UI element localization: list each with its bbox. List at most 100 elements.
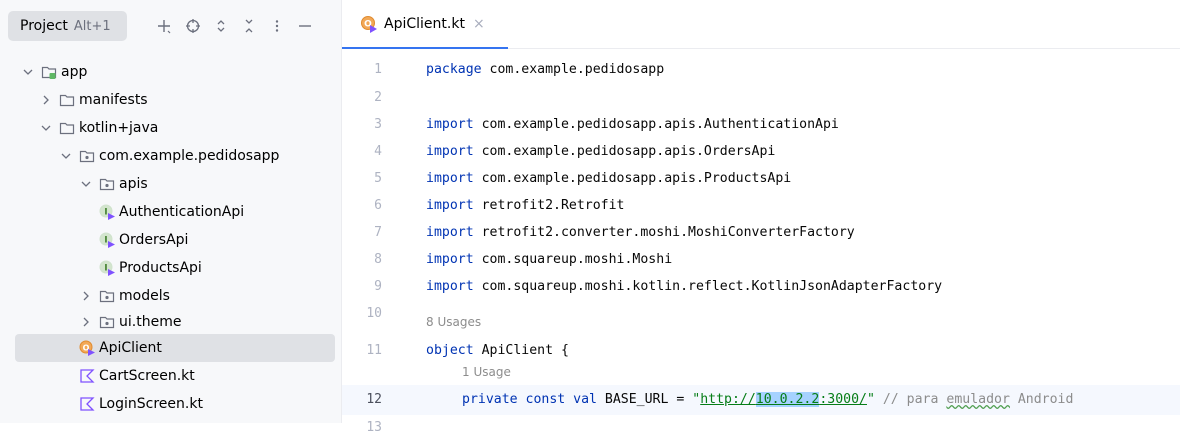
tree-item-label: LoginScreen.kt [99, 396, 203, 412]
tree-item-models[interactable]: models [0, 282, 341, 310]
code-line: 13 [342, 413, 1180, 443]
tree-item-label: OrdersApi [119, 232, 189, 248]
minimize-icon[interactable] [291, 13, 319, 39]
folder-icon [58, 119, 76, 137]
tree-item-label: com.example.pedidosapp [99, 148, 280, 164]
package-icon [98, 313, 116, 331]
tree-item-label: apis [119, 176, 148, 192]
tree-item-com-example-pedidosapp[interactable]: com.example.pedidosapp [0, 142, 341, 170]
project-title: Project [20, 18, 68, 34]
code-text: import com.example.pedidosapp.apis.Order… [426, 144, 776, 159]
module-folder-icon [40, 63, 58, 81]
code-editor: O ApiClient.kt × 1 package com.example.pe… [342, 0, 1180, 435]
chevron-right-icon[interactable] [78, 288, 94, 304]
chevron-down-icon[interactable] [20, 64, 36, 80]
svg-text:I: I [104, 264, 107, 274]
tree-item-label: AuthenticationApi [119, 204, 245, 220]
tree-item-app[interactable]: app [0, 58, 341, 86]
selection-highlight [15, 334, 335, 362]
tree-item-productsapi[interactable]: I ProductsApi [0, 254, 341, 282]
code-text: private const val BASE_URL = "http://10.… [462, 392, 1074, 407]
code-line: 12 private const val BASE_URL = "http://1… [342, 385, 1180, 415]
line-number: 10 [366, 306, 382, 321]
line-number: 3 [374, 117, 382, 132]
code-text: package com.example.pedidosapp [426, 62, 665, 77]
kotlin-file-icon [78, 395, 96, 413]
kotlin-interface-icon: I [98, 231, 116, 249]
project-view-dropdown[interactable]: Project Alt+1 [8, 11, 127, 41]
tree-item-manifests[interactable]: manifests [0, 86, 341, 114]
svg-text:I: I [104, 236, 107, 246]
tree-item-label: ApiClient [99, 340, 162, 356]
line-number: 13 [366, 420, 382, 435]
line-number: 6 [374, 198, 382, 213]
code-text: import retrofit2.converter.moshi.MoshiCo… [426, 225, 855, 240]
line-number: 8 [374, 252, 382, 267]
tree-item-label: kotlin+java [79, 120, 159, 136]
expand-all-icon[interactable] [207, 13, 235, 39]
tab-label: ApiClient.kt [384, 16, 465, 32]
tree-item-label: models [119, 288, 170, 304]
plus-icon[interactable] [151, 13, 179, 39]
line-number: 12 [366, 392, 382, 407]
selected-text: 10.0.2.2 [755, 392, 820, 407]
editor-tab-bar: O ApiClient.kt × [342, 0, 1180, 49]
url-link: :3000/ [819, 392, 867, 407]
tree-item-ui-theme[interactable]: ui.theme [0, 308, 341, 336]
collapse-all-icon[interactable] [235, 13, 263, 39]
chevron-right-icon[interactable] [78, 314, 94, 330]
tree-item-loginscreen-kt[interactable]: LoginScreen.kt [0, 390, 341, 418]
line-number: 2 [374, 90, 382, 105]
package-icon [98, 287, 116, 305]
code-text: import retrofit2.Retrofit [426, 198, 625, 213]
kotlin-object-icon: O [360, 15, 378, 33]
line-number: 9 [374, 279, 382, 294]
tree-item-authenticationapi[interactable]: I AuthenticationApi [0, 198, 341, 226]
code-text: import com.squareup.moshi.kotlin.reflect… [426, 279, 943, 294]
chevron-down-icon[interactable] [58, 148, 74, 164]
code-line: 2 [342, 83, 1180, 113]
tree-item-label: CartScreen.kt [99, 368, 195, 384]
usages-hint[interactable]: 1 Usage [462, 357, 511, 387]
package-icon [78, 147, 96, 165]
tree-item-label: ui.theme [119, 314, 182, 330]
kotlin-object-icon: O [78, 339, 96, 357]
chevron-right-icon[interactable] [38, 92, 54, 108]
line-number: 7 [374, 225, 382, 240]
project-panel-header: Project Alt+1 [0, 0, 341, 52]
tree-item-ordersapi[interactable]: I OrdersApi [0, 226, 341, 254]
chevron-down-icon[interactable] [78, 176, 94, 192]
crosshair-icon[interactable] [179, 13, 207, 39]
tree-item-cartscreen-kt[interactable]: CartScreen.kt [0, 362, 341, 390]
kotlin-file-icon [78, 367, 96, 385]
tree-item-kotlin-java[interactable]: kotlin+java [0, 114, 341, 142]
project-tool-window: Project Alt+1 app manifests kotlin+java … [0, 0, 342, 423]
line-number: 11 [366, 343, 382, 358]
svg-text:I: I [104, 208, 107, 218]
line-number: 4 [374, 144, 382, 159]
code-line: 6 import retrofit2.Retrofit [342, 191, 1180, 221]
active-tab-indicator [342, 47, 508, 49]
chevron-down-icon[interactable] [38, 120, 54, 136]
code-line: 5 import com.example.pedidosapp.apis.Prod… [342, 164, 1180, 194]
tree-item-apis[interactable]: apis [0, 170, 341, 198]
code-line: 3 import com.example.pedidosapp.apis.Auth… [342, 110, 1180, 140]
panel-toolbar [151, 13, 319, 39]
tree-item-label: app [61, 64, 88, 80]
code-text: import com.example.pedidosapp.apis.Authe… [426, 117, 839, 132]
tab-apiclient[interactable]: O ApiClient.kt × [342, 0, 508, 49]
line-number: 1 [374, 62, 382, 77]
code-line: 8 import com.squareup.moshi.Moshi [342, 245, 1180, 275]
code-line: 1 package com.example.pedidosapp [342, 55, 1180, 85]
more-options-icon[interactable] [263, 13, 291, 39]
kotlin-interface-icon: I [98, 259, 116, 277]
close-icon[interactable]: × [473, 16, 485, 32]
tree-item-apiclient[interactable]: O ApiClient [0, 334, 341, 362]
line-number: 5 [374, 171, 382, 186]
url-link: http:// [700, 392, 756, 407]
usages-hint[interactable]: 8 Usages [426, 307, 481, 337]
code-text: import com.squareup.moshi.Moshi [426, 252, 673, 267]
code-line: 4 import com.example.pedidosapp.apis.Orde… [342, 137, 1180, 167]
spellcheck-word: emulador [946, 392, 1010, 407]
code-text: import com.example.pedidosapp.apis.Produ… [426, 171, 792, 186]
